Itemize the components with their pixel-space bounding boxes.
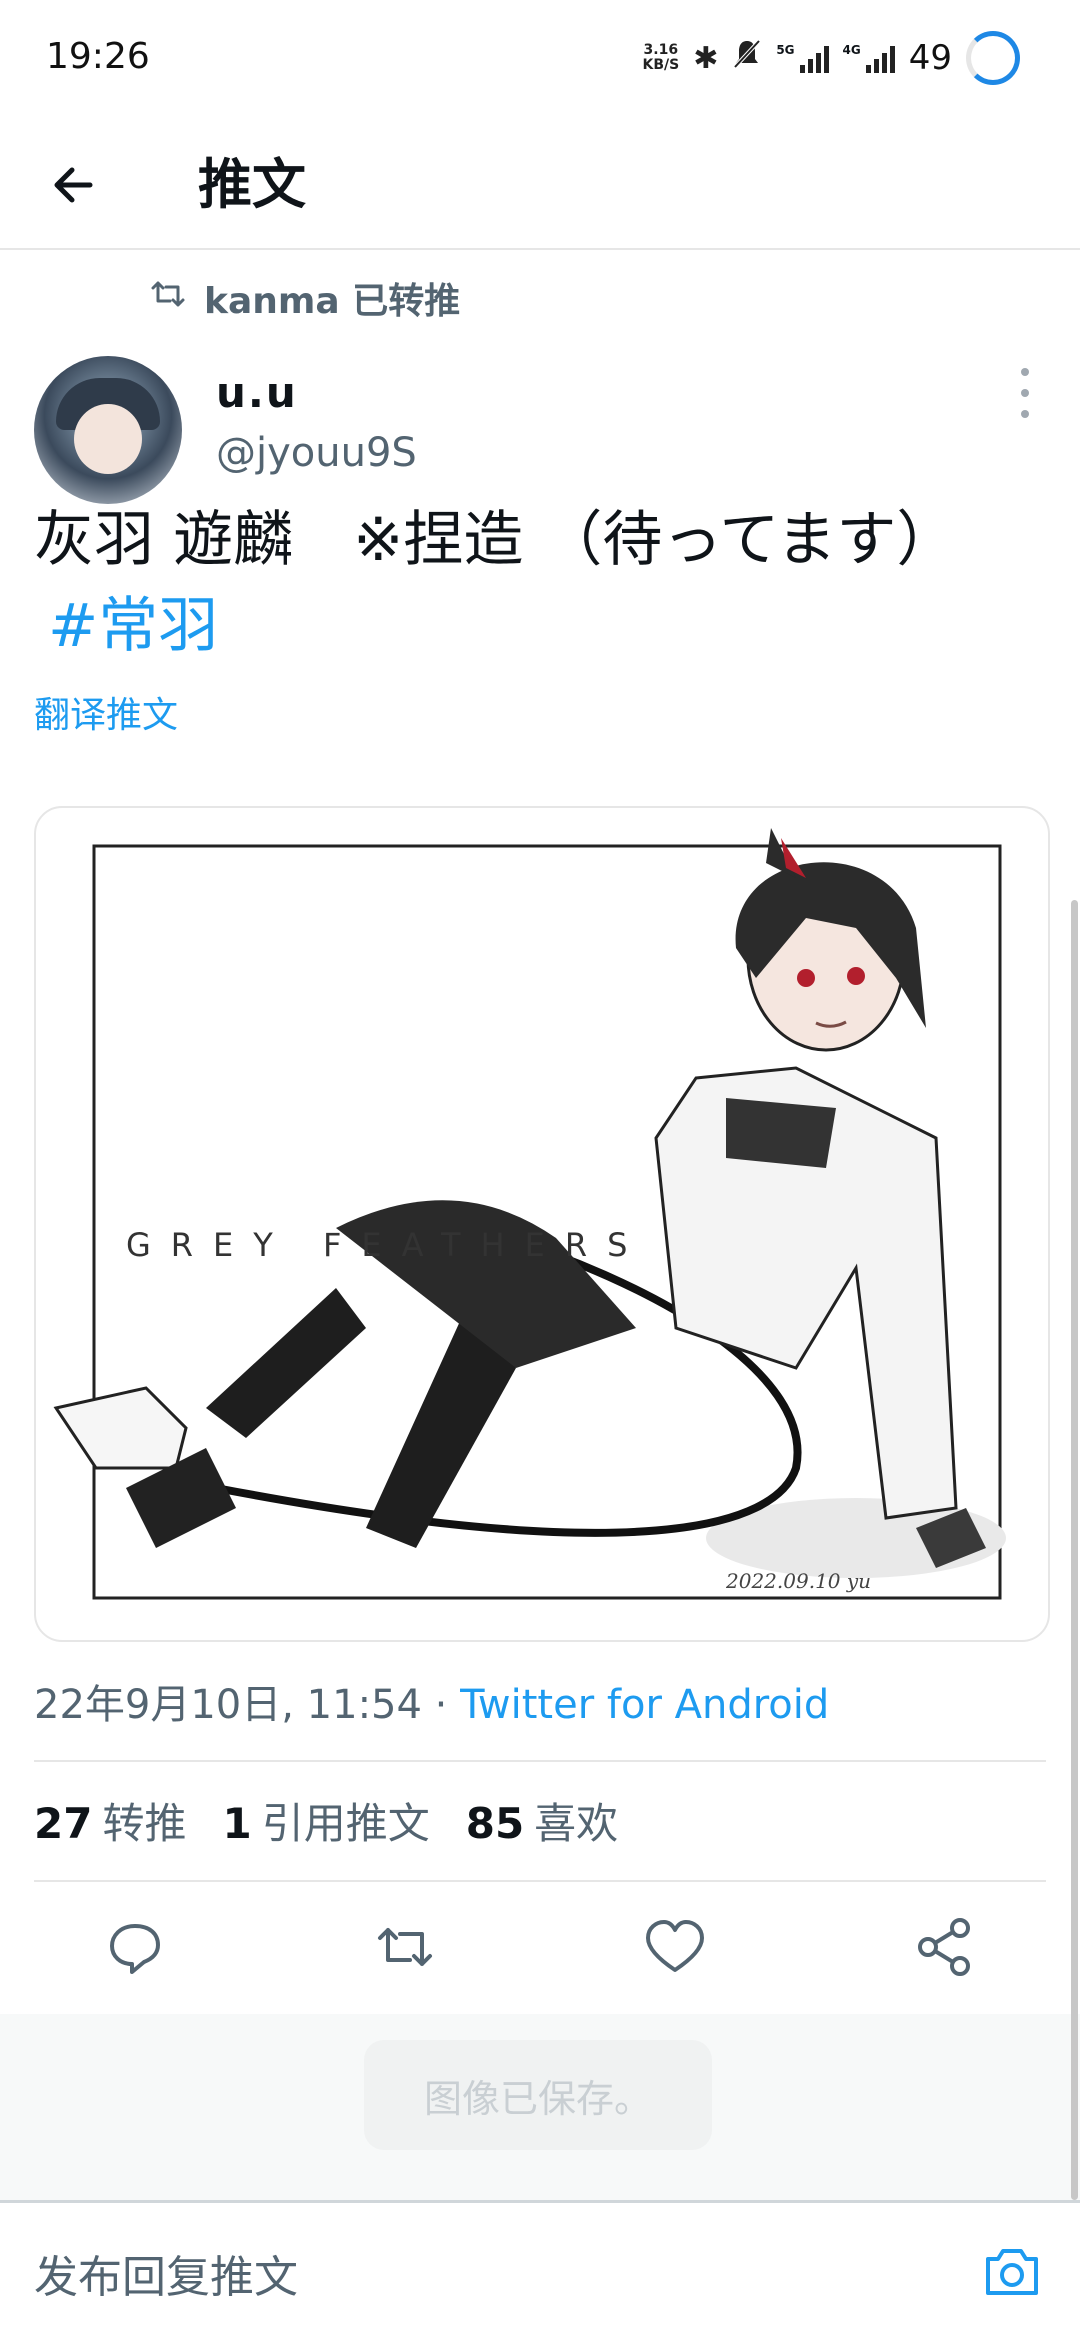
reply-icon[interactable] [100, 1912, 170, 1982]
translate-tweet-link[interactable]: 翻译推文 [34, 686, 178, 738]
tweet-image[interactable]: GREY FEATHERS 2022.09.10 yu [34, 806, 1050, 1642]
meta-separator: · [421, 1682, 461, 1728]
camera-icon[interactable] [980, 2239, 1044, 2303]
author-handle[interactable]: @jyouu9S [216, 430, 417, 476]
quotes-stat[interactable]: 1 引用推文 [222, 1790, 429, 1851]
retweeted-by-row[interactable]: kanma 已转推 [150, 272, 460, 324]
tweet-text: 灰羽 遊麟 ※捏造 （待ってます） [34, 505, 957, 575]
bluetooth-icon: ✱ [693, 40, 719, 76]
retweet-action-icon[interactable] [370, 1912, 440, 1982]
illustration-title: GREY FEATHERS [126, 1226, 647, 1264]
bell-muted-icon [732, 38, 762, 78]
page-title: 推文 [198, 153, 306, 216]
hashtag-link[interactable]: #常羽 [48, 586, 218, 666]
signal-4g-icon: 4G [843, 43, 895, 73]
status-bar: 19:26 3.16 KB/S ✱ 5G 4G 49 [0, 0, 1080, 120]
likes-stat[interactable]: 85 喜欢 [466, 1790, 618, 1851]
share-icon[interactable] [910, 1912, 980, 1982]
tweet-stats: 27 转推 1 引用推文 85 喜欢 [34, 1790, 618, 1851]
illustration-signature: 2022.09.10 yu [725, 1569, 871, 1593]
tweet-action-bar [0, 1882, 1080, 2010]
back-arrow-icon[interactable] [40, 150, 110, 220]
like-icon[interactable] [640, 1912, 710, 1982]
avatar[interactable] [34, 356, 182, 504]
status-time: 19:26 [46, 36, 150, 77]
tweet-source-link[interactable]: Twitter for Android [460, 1682, 829, 1728]
retweeted-by-label: kanma 已转推 [204, 281, 461, 322]
retweet-icon [150, 278, 186, 318]
illustration: GREY FEATHERS 2022.09.10 yu [53, 828, 1006, 1600]
reply-input[interactable]: 发布回复推文 [34, 2241, 298, 2305]
net-speed: 3.16 KB/S [642, 42, 680, 73]
top-app-bar: 推文 [0, 120, 1080, 250]
battery-level: 49 [908, 38, 952, 78]
tweet-meta: 22年9月10日, 11:54 · Twitter for Android [34, 1672, 829, 1730]
toast-image-saved: 图像已保存。 [364, 2040, 712, 2150]
reply-composer[interactable]: 发布回复推文 [0, 2200, 1080, 2343]
status-icons: 3.16 KB/S ✱ 5G 4G 49 [642, 26, 1020, 90]
signal-5g-icon: 5G [776, 43, 829, 73]
divider [34, 1760, 1046, 1762]
retweets-stat[interactable]: 27 转推 [34, 1790, 186, 1851]
battery-ring-icon [966, 31, 1020, 85]
scrollbar[interactable] [1071, 900, 1078, 2200]
tweet-timestamp: 22年9月10日, 11:54 [34, 1682, 422, 1728]
more-vertical-icon[interactable] [1010, 368, 1040, 418]
author-display-name[interactable]: u.u [216, 368, 298, 417]
